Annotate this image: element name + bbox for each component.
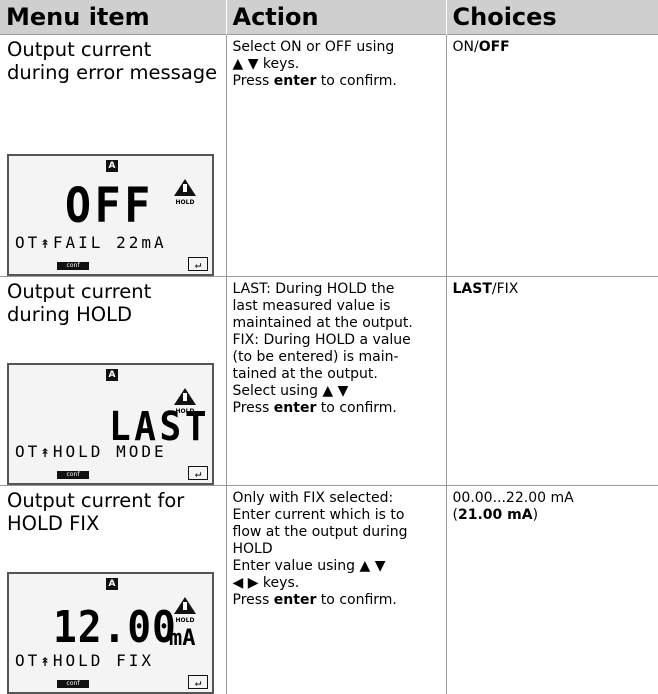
header-choices: Choices <box>446 0 658 35</box>
text-segment: Press <box>233 400 274 416</box>
text-segment: Press <box>233 592 274 608</box>
text-line: maintained at the output. <box>233 315 440 332</box>
svg-text:HOLD: HOLD <box>176 199 195 206</box>
text-line: Enter current which is to <box>233 507 440 524</box>
text-segment: tained at the output. <box>233 366 378 382</box>
lcd-unit: mA <box>169 626 196 651</box>
text-segment: Only with FIX selected: <box>233 490 394 506</box>
choice-text: LAST/FIX <box>447 277 658 298</box>
action-cell: Select ON or OFF using▲ ▼ keys.Press ent… <box>226 35 446 277</box>
text-segment: maintained at the output. <box>233 315 413 331</box>
text-segment: LAST: During HOLD the <box>233 281 395 297</box>
action-text: LAST: During HOLD thelast measured value… <box>227 277 446 417</box>
menu-item-title: Output current during HOLD <box>0 277 226 326</box>
text-line: Select using ▲ ▼ <box>233 383 440 400</box>
header-menu-item: Menu item <box>0 0 226 35</box>
text-line: Select ON or OFF using <box>233 39 440 56</box>
conf-indicator: conf <box>57 471 89 479</box>
menu-item-title: Output current during error message <box>0 35 226 84</box>
text-segment: to confirm. <box>316 592 397 608</box>
indicator-a-icon: A <box>106 578 118 590</box>
menu-table: Menu item Action Choices Output current … <box>0 0 658 694</box>
text-segment: Enter current which is to <box>233 507 405 523</box>
text-line: 00.00...22.00 mA <box>453 490 653 507</box>
text-line: ◀ ▶ keys. <box>233 575 440 592</box>
action-cell: LAST: During HOLD thelast measured value… <box>226 277 446 486</box>
choice-text: ON/OFF <box>447 35 658 56</box>
table-row: Output current during error message A HO… <box>0 35 658 277</box>
text-segment: Select ON or OFF using <box>233 39 395 55</box>
menu-item-cell: Output current for HOLD FIX A HOLD 12.00… <box>0 486 226 694</box>
menu-item-cell: Output current during HOLD A HOLD LAST O… <box>0 277 226 486</box>
text-line: Press enter to confirm. <box>233 592 440 609</box>
choices-cell: ON/OFF <box>446 35 658 277</box>
table-row: Output current for HOLD FIX A HOLD 12.00… <box>0 486 658 694</box>
lcd-display: A HOLD LAST OT↟HOLD MODE conf ↵ <box>7 363 214 485</box>
text-line: last measured value is <box>233 298 440 315</box>
text-emphasis: enter <box>274 73 317 89</box>
text-emphasis: enter <box>274 400 317 416</box>
indicator-a-icon: A <box>106 369 118 381</box>
action-text: Select ON or OFF using▲ ▼ keys.Press ent… <box>227 35 446 90</box>
text-line: Enter value using ▲ ▼ <box>233 558 440 575</box>
lcd-display: A HOLD OFF OT↟FAIL 22mA conf ↵ <box>7 154 214 276</box>
text-segment: Press <box>233 73 274 89</box>
text-segment: to confirm. <box>316 400 397 416</box>
svg-text:HOLD: HOLD <box>176 617 195 624</box>
text-line: Press enter to confirm. <box>233 400 440 417</box>
text-segment: 00.00...22.00 mA <box>453 490 574 506</box>
indicator-a-icon: A <box>106 160 118 172</box>
header-action: Action <box>226 0 446 35</box>
text-segment: FIX: During HOLD a value <box>233 332 411 348</box>
enter-icon: ↵ <box>188 675 208 689</box>
conf-indicator: conf <box>57 262 89 270</box>
text-line: (to be entered) is main- <box>233 349 440 366</box>
text-line: Press enter to confirm. <box>233 73 440 90</box>
text-line: Only with FIX selected: <box>233 490 440 507</box>
menu-item-title: Output current for HOLD FIX <box>0 486 226 535</box>
lcd-secondary-text: OT↟HOLD MODE <box>15 442 167 461</box>
text-segment: last measured value is <box>233 298 391 314</box>
text-segment: ) <box>533 507 538 523</box>
text-emphasis: enter <box>274 592 317 608</box>
choices-cell: LAST/FIX <box>446 277 658 486</box>
text-segment: HOLD <box>233 541 273 557</box>
enter-icon: ↵ <box>188 466 208 480</box>
text-segment: ◀ ▶ keys. <box>233 575 300 591</box>
lcd-main-value: OFF <box>65 182 154 230</box>
text-line: HOLD <box>233 541 440 558</box>
menu-item-cell: Output current during error message A HO… <box>0 35 226 277</box>
text-segment: to confirm. <box>316 73 397 89</box>
hold-warning-icon: HOLD <box>173 178 197 206</box>
text-segment: Select using ▲ ▼ <box>233 383 349 399</box>
choice-text: 00.00...22.00 mA(21.00 mA) <box>447 486 658 524</box>
header-row: Menu item Action Choices <box>0 0 658 35</box>
text-line: ▲ ▼ keys. <box>233 56 440 73</box>
action-cell: Only with FIX selected:Enter current whi… <box>226 486 446 694</box>
text-line: FIX: During HOLD a value <box>233 332 440 349</box>
text-segment: ▲ ▼ keys. <box>233 56 300 72</box>
text-segment: Enter value using ▲ ▼ <box>233 558 386 574</box>
text-line: (21.00 mA) <box>453 507 653 524</box>
lcd-display: A HOLD 12.00 mA OT↟HOLD FIX conf ↵ <box>7 572 214 694</box>
text-line: LAST: During HOLD the <box>233 281 440 298</box>
lcd-secondary-text: OT↟FAIL 22mA <box>15 233 167 252</box>
text-segment: (to be entered) is main- <box>233 349 399 365</box>
text-line: tained at the output. <box>233 366 440 383</box>
enter-icon: ↵ <box>188 257 208 271</box>
table-row: Output current during HOLD A HOLD LAST O… <box>0 277 658 486</box>
text-segment: flow at the output during <box>233 524 408 540</box>
choices-cell: 00.00...22.00 mA(21.00 mA) <box>446 486 658 694</box>
text-emphasis: 21.00 mA <box>458 507 533 523</box>
text-line: flow at the output during <box>233 524 440 541</box>
conf-indicator: conf <box>57 680 89 688</box>
lcd-main-value: 12.00 <box>53 604 177 652</box>
lcd-secondary-text: OT↟HOLD FIX <box>15 651 154 670</box>
action-text: Only with FIX selected:Enter current whi… <box>227 486 446 609</box>
